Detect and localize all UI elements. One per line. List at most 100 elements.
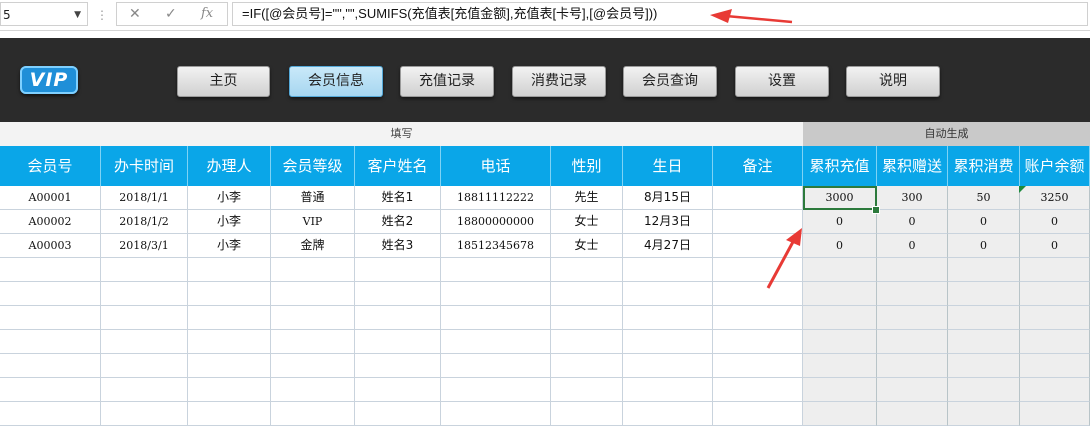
empty-cell[interactable] — [355, 354, 441, 378]
cell-balance[interactable]: 0 — [1020, 234, 1090, 258]
empty-cell[interactable] — [877, 378, 948, 402]
empty-cell[interactable] — [1020, 282, 1090, 306]
chevron-down-icon[interactable]: ▼ — [74, 3, 81, 27]
empty-cell[interactable] — [713, 330, 803, 354]
cell-phone[interactable]: 18811112222 — [441, 186, 551, 210]
empty-cell[interactable] — [0, 282, 101, 306]
column-header-gender[interactable]: 性别 — [551, 146, 623, 186]
cell-handler[interactable]: 小李 — [188, 234, 271, 258]
column-header-total-recharge[interactable]: 累积充值 — [803, 146, 877, 186]
cell-card-date[interactable]: 2018/3/1 — [101, 234, 188, 258]
empty-cell[interactable] — [441, 330, 551, 354]
empty-cell[interactable] — [948, 282, 1020, 306]
column-header-customer-name[interactable]: 客户姓名 — [355, 146, 441, 186]
cell-balance[interactable]: 0 — [1020, 210, 1090, 234]
cell-total-recharge[interactable]: 0 — [803, 210, 877, 234]
empty-cell[interactable] — [271, 354, 355, 378]
empty-cell[interactable] — [0, 258, 101, 282]
empty-cell[interactable] — [948, 378, 1020, 402]
empty-cell[interactable] — [271, 378, 355, 402]
insert-function-icon[interactable]: fx — [201, 3, 213, 25]
column-header-card-date[interactable]: 办卡时间 — [101, 146, 188, 186]
empty-cell[interactable] — [623, 306, 713, 330]
cell-total-consumption[interactable]: 0 — [948, 234, 1020, 258]
cell-member-level[interactable]: VIP — [271, 210, 355, 234]
empty-cell[interactable] — [803, 378, 877, 402]
cell-member-id[interactable]: A00001 — [0, 186, 101, 210]
empty-cell[interactable] — [101, 306, 188, 330]
empty-cell[interactable] — [803, 354, 877, 378]
name-box[interactable]: 5 ▼ — [0, 2, 88, 26]
cell-phone[interactable]: 18800000000 — [441, 210, 551, 234]
empty-cell[interactable] — [877, 306, 948, 330]
empty-cell[interactable] — [101, 330, 188, 354]
empty-cell[interactable] — [713, 306, 803, 330]
column-header-handler[interactable]: 办理人 — [188, 146, 271, 186]
cell-member-id[interactable]: A00002 — [0, 210, 101, 234]
nav-button-settings[interactable]: 设置 — [735, 66, 829, 97]
nav-button-recharge-records[interactable]: 充值记录 — [400, 66, 494, 97]
cell-gender[interactable]: 女士 — [551, 234, 623, 258]
empty-cell[interactable] — [0, 402, 101, 426]
cell-total-recharge[interactable]: 0 — [803, 234, 877, 258]
cell-card-date[interactable]: 2018/1/1 — [101, 186, 188, 210]
empty-cell[interactable] — [101, 258, 188, 282]
empty-cell[interactable] — [1020, 402, 1090, 426]
empty-cell[interactable] — [188, 282, 271, 306]
empty-cell[interactable] — [271, 258, 355, 282]
empty-cell[interactable] — [355, 306, 441, 330]
empty-cell[interactable] — [623, 354, 713, 378]
empty-cell[interactable] — [877, 330, 948, 354]
cell-total-consumption[interactable]: 0 — [948, 210, 1020, 234]
formula-input[interactable]: =IF([@会员号]="","",SUMIFS(充值表[充值金额],充值表[卡号… — [232, 2, 1088, 26]
empty-cell[interactable] — [803, 330, 877, 354]
cell-customer-name[interactable]: 姓名2 — [355, 210, 441, 234]
empty-cell[interactable] — [188, 306, 271, 330]
empty-cell[interactable] — [101, 282, 188, 306]
error-indicator-icon[interactable] — [1019, 186, 1026, 193]
empty-cell[interactable] — [0, 378, 101, 402]
cell-member-id[interactable]: A00003 — [0, 234, 101, 258]
empty-cell[interactable] — [1020, 378, 1090, 402]
empty-cell[interactable] — [803, 258, 877, 282]
cancel-icon[interactable]: ✕ — [129, 3, 141, 25]
nav-button-member-query[interactable]: 会员查询 — [623, 66, 717, 97]
empty-cell[interactable] — [713, 354, 803, 378]
cell-gender[interactable]: 女士 — [551, 210, 623, 234]
empty-cell[interactable] — [948, 306, 1020, 330]
empty-cell[interactable] — [188, 258, 271, 282]
column-header-member-level[interactable]: 会员等级 — [271, 146, 355, 186]
cell-gender[interactable]: 先生 — [551, 186, 623, 210]
empty-cell[interactable] — [551, 378, 623, 402]
empty-cell[interactable] — [551, 282, 623, 306]
column-header-total-bonus[interactable]: 累积赠送 — [877, 146, 948, 186]
column-header-total-consumption[interactable]: 累积消费 — [948, 146, 1020, 186]
empty-cell[interactable] — [355, 258, 441, 282]
empty-cell[interactable] — [101, 354, 188, 378]
empty-cell[interactable] — [355, 378, 441, 402]
empty-cell[interactable] — [877, 354, 948, 378]
empty-cell[interactable] — [101, 378, 188, 402]
empty-cell[interactable] — [1020, 306, 1090, 330]
empty-cell[interactable] — [0, 306, 101, 330]
empty-cell[interactable] — [948, 258, 1020, 282]
empty-cell[interactable] — [551, 402, 623, 426]
empty-cell[interactable] — [271, 282, 355, 306]
empty-cell[interactable] — [101, 402, 188, 426]
column-header-birthday[interactable]: 生日 — [623, 146, 713, 186]
empty-cell[interactable] — [713, 378, 803, 402]
cell-member-level[interactable]: 金牌 — [271, 234, 355, 258]
cell-birthday[interactable]: 4月27日 — [623, 234, 713, 258]
cell-phone[interactable]: 18512345678 — [441, 234, 551, 258]
cell-total-bonus[interactable]: 0 — [877, 210, 948, 234]
column-header-notes[interactable]: 备注 — [713, 146, 803, 186]
empty-cell[interactable] — [623, 330, 713, 354]
empty-cell[interactable] — [0, 354, 101, 378]
empty-cell[interactable] — [713, 402, 803, 426]
empty-cell[interactable] — [877, 282, 948, 306]
empty-cell[interactable] — [271, 306, 355, 330]
more-options-icon[interactable]: ⋮ — [96, 6, 108, 24]
cell-total-bonus[interactable]: 300 — [877, 186, 948, 210]
empty-cell[interactable] — [948, 402, 1020, 426]
nav-button-consumption-records[interactable]: 消费记录 — [512, 66, 606, 97]
